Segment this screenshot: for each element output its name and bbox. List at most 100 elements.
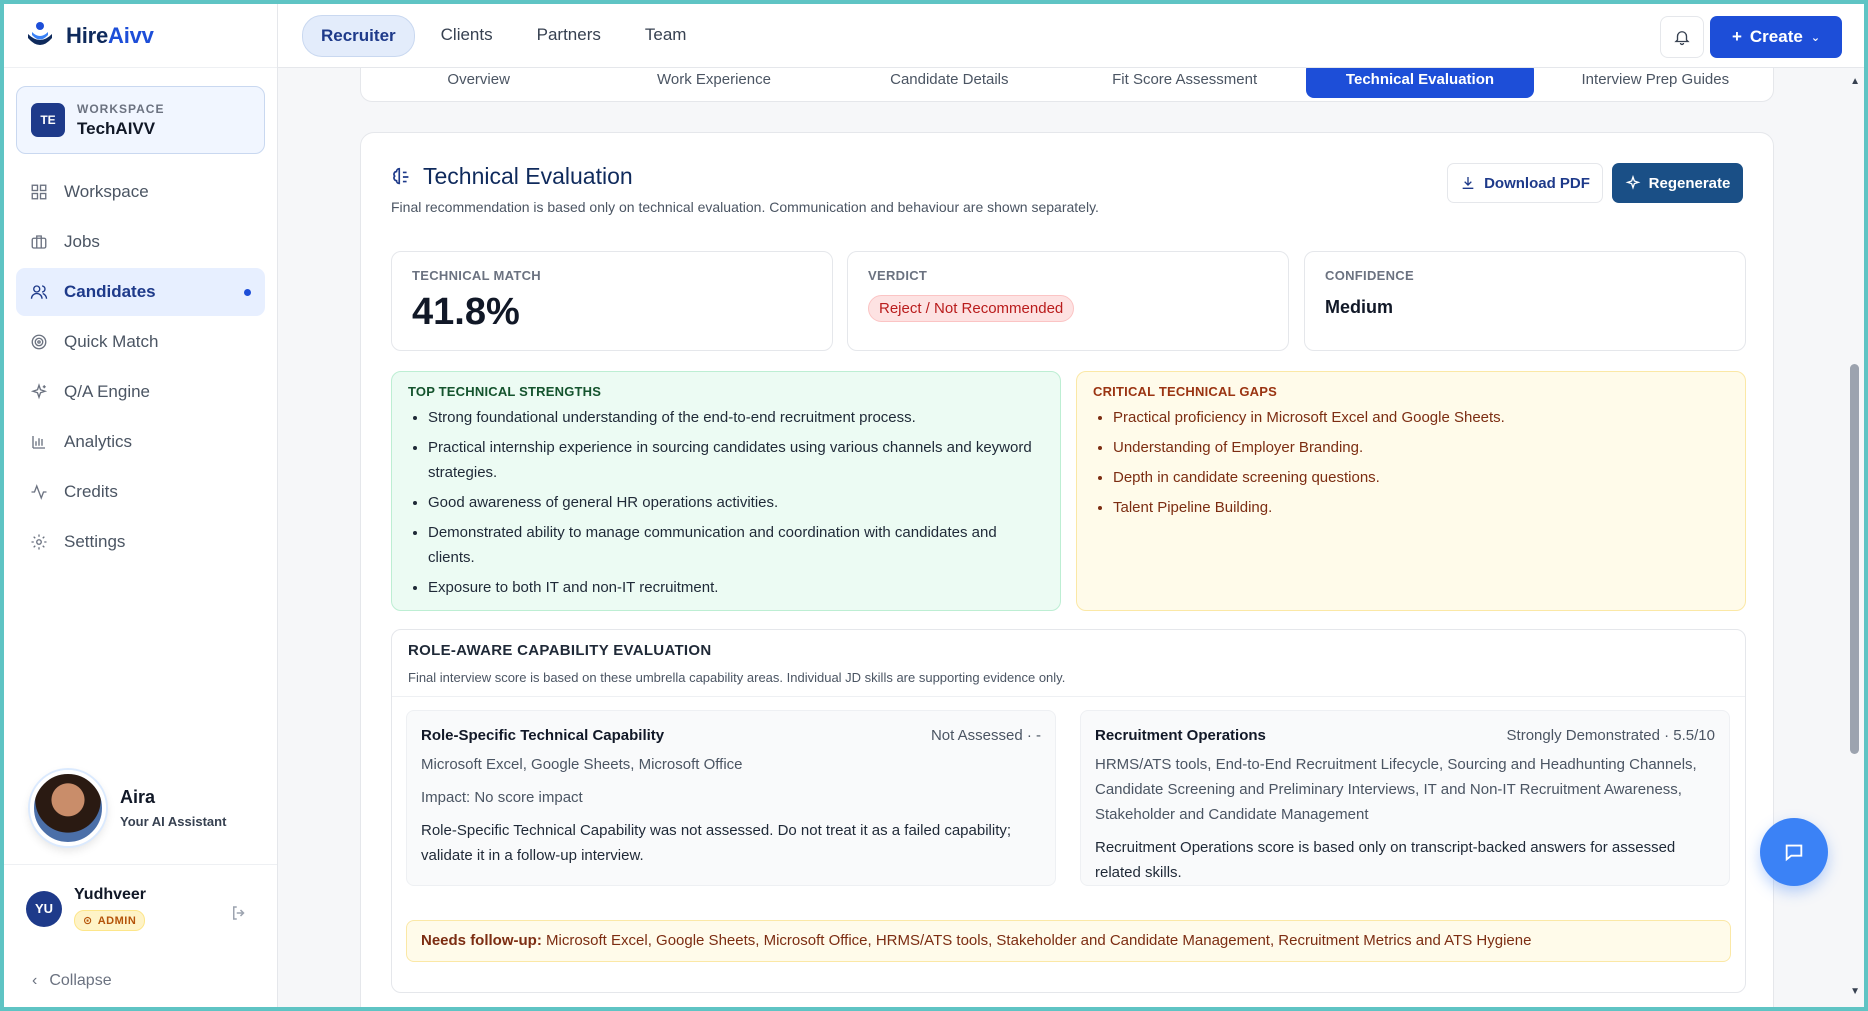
brand-name: HireAivv xyxy=(66,22,154,48)
tab-technical-evaluation[interactable]: Technical Evaluation xyxy=(1306,68,1534,98)
sidebar-item-label: Workspace xyxy=(64,182,149,201)
sidebar-item-label: Q/A Engine xyxy=(64,382,151,401)
strengths-list: Strong foundational understanding of the… xyxy=(408,405,1044,600)
activity-icon xyxy=(31,484,47,500)
card-header: Technical Evaluation xyxy=(391,163,633,190)
role-aware-evaluation: ROLE-AWARE CAPABILITY EVALUATION Final i… xyxy=(391,629,1746,993)
sidebar-item-label: Settings xyxy=(64,532,126,551)
sidebar-item-qa-engine[interactable]: Q/A Engine xyxy=(16,368,265,416)
download-pdf-button[interactable]: Download PDF xyxy=(1447,163,1603,203)
tab-recruiter[interactable]: Recruiter xyxy=(302,14,415,57)
metric-label: TECHNICAL MATCH xyxy=(412,268,541,283)
tab-candidate-details[interactable]: Candidate Details xyxy=(836,68,1063,98)
user-divider xyxy=(4,864,277,866)
list-item: Talent Pipeline Building. xyxy=(1113,495,1729,520)
capability-note: Role-Specific Technical Capability was n… xyxy=(421,822,1012,864)
regenerate-button[interactable]: Regenerate xyxy=(1612,163,1743,203)
role-aware-title: ROLE-AWARE CAPABILITY EVALUATION xyxy=(408,642,712,659)
capability-note: Recruitment Operations score is based on… xyxy=(1095,839,1676,881)
sidebar-item-jobs[interactable]: Jobs xyxy=(16,218,265,266)
role-aware-subtitle: Final interview score is based on these … xyxy=(408,670,1066,685)
download-icon xyxy=(1462,177,1474,189)
list-item: Understanding of Employer Branding. xyxy=(1113,435,1729,460)
page-subtitle: Final recommendation is based only on te… xyxy=(391,199,1099,215)
sparkle-icon xyxy=(30,383,48,400)
tab-team[interactable]: Team xyxy=(627,15,705,57)
chevron-down-icon: ⌄ xyxy=(1810,31,1821,44)
tab-fit-score-assessment[interactable]: Fit Score Assessment xyxy=(1071,68,1298,98)
logout-icon[interactable] xyxy=(230,904,248,922)
technical-match-metric: TECHNICAL MATCH 41.8% xyxy=(391,251,833,351)
gaps-list: Practical proficiency in Microsoft Excel… xyxy=(1093,405,1729,520)
sidebar-item-label: Candidates xyxy=(64,282,156,301)
sidebar-item-quick-match[interactable]: Quick Match xyxy=(16,318,265,366)
sidebar-item-workspace[interactable]: Workspace xyxy=(16,168,265,216)
collapse-button[interactable]: ‹ Collapse xyxy=(32,972,112,990)
capability-impact: Impact: No score impact xyxy=(421,789,583,806)
sidebar-item-label: Quick Match xyxy=(64,332,159,351)
app-window: HireAivv TE WORKSPACE TechAIVV Workspace… xyxy=(4,4,1864,1007)
create-button[interactable]: + Create ⌄ xyxy=(1710,16,1842,58)
list-item: Strong foundational understanding of the… xyxy=(428,405,1044,430)
sidebar-item-label: Jobs xyxy=(64,232,100,251)
chat-button[interactable] xyxy=(1760,818,1828,886)
sidebar-item-candidates[interactable]: Candidates xyxy=(16,268,265,316)
technical-evaluation-card: Technical Evaluation Final recommendatio… xyxy=(360,132,1774,1007)
user-name: Yudhveer xyxy=(74,886,147,903)
brand-logo-icon xyxy=(28,21,52,45)
follow-up-label: Needs follow-up: xyxy=(421,932,542,949)
scroll-up-arrow[interactable]: ▲ xyxy=(1850,76,1860,87)
gear-icon xyxy=(31,534,47,550)
capability-skills: HRMS/ATS tools, End-to-End Recruitment L… xyxy=(1095,756,1697,823)
active-indicator-dot xyxy=(244,288,251,296)
shield-icon: ⊙ xyxy=(83,915,93,927)
user-avatar: YU xyxy=(26,890,62,927)
candidate-subtabs: Overview Work Experience Candidate Detai… xyxy=(360,68,1774,102)
main-content: Overview Work Experience Candidate Detai… xyxy=(278,68,1842,1007)
tab-interview-prep-guides[interactable]: Interview Prep Guides xyxy=(1542,68,1769,98)
confidence-metric: CONFIDENCE Medium xyxy=(1304,251,1746,351)
divider xyxy=(392,696,1745,697)
list-item: Good awareness of general HR operations … xyxy=(428,490,1044,515)
bell-icon xyxy=(1674,31,1690,46)
workspace-switcher[interactable]: TE WORKSPACE TechAIVV xyxy=(16,86,265,154)
role-badge: ⊙ ADMIN xyxy=(74,910,146,931)
ai-assistant[interactable]: Aira Your AI Assistant xyxy=(30,770,226,846)
metric-label: CONFIDENCE xyxy=(1325,268,1414,283)
follow-up-text: Microsoft Excel, Google Sheets, Microsof… xyxy=(546,932,1532,949)
assistant-avatar xyxy=(30,770,106,846)
user-profile[interactable]: YU Yudhveer ⊙ ADMIN xyxy=(26,886,146,931)
tab-partners[interactable]: Partners xyxy=(519,15,619,57)
notifications-button[interactable] xyxy=(1660,16,1704,58)
confidence-value: Medium xyxy=(1325,297,1394,317)
bar-chart-icon xyxy=(32,436,45,449)
capability-status: Not Assessed · - xyxy=(930,727,1041,744)
top-tabs: Recruiter Clients Partners Team xyxy=(302,14,705,57)
sidebar-item-credits[interactable]: Credits xyxy=(16,468,265,516)
brand[interactable]: HireAivv xyxy=(4,4,277,68)
scrollbar-thumb[interactable] xyxy=(1850,364,1859,754)
sidebar-item-settings[interactable]: Settings xyxy=(16,518,265,566)
tab-work-experience[interactable]: Work Experience xyxy=(600,68,827,98)
scroll-down-arrow[interactable]: ▼ xyxy=(1850,986,1860,997)
sidebar: HireAivv TE WORKSPACE TechAIVV Workspace… xyxy=(4,4,278,1007)
capability-card-recruitment-operations: Recruitment Operations Strongly Demonstr… xyxy=(1080,710,1730,886)
gaps-panel: CRITICAL TECHNICAL GAPS Practical profic… xyxy=(1076,371,1746,611)
verdict-metric: VERDICT Reject / Not Recommended xyxy=(847,251,1289,351)
sparkle-icon xyxy=(1625,175,1641,190)
chat-icon xyxy=(1785,844,1803,862)
assistant-name: Aira xyxy=(120,787,156,807)
workspace-name: TechAIVV xyxy=(77,118,156,138)
capability-skills: Microsoft Excel, Google Sheets, Microsof… xyxy=(421,756,743,773)
list-item: Demonstrated ability to manage communica… xyxy=(428,520,1044,570)
briefcase-icon xyxy=(31,235,47,249)
sidebar-item-analytics[interactable]: Analytics xyxy=(16,418,265,466)
list-item: Exposure to both IT and non-IT recruitme… xyxy=(428,575,1044,600)
chevron-left-icon: ‹ xyxy=(32,972,38,989)
capability-status: Strongly Demonstrated · 5.5/10 xyxy=(1506,727,1715,744)
assistant-subtitle: Your AI Assistant xyxy=(120,814,227,829)
workspace-caption: WORKSPACE xyxy=(77,101,165,116)
users-icon xyxy=(30,285,48,299)
tab-overview[interactable]: Overview xyxy=(365,68,592,98)
tab-clients[interactable]: Clients xyxy=(423,15,511,57)
